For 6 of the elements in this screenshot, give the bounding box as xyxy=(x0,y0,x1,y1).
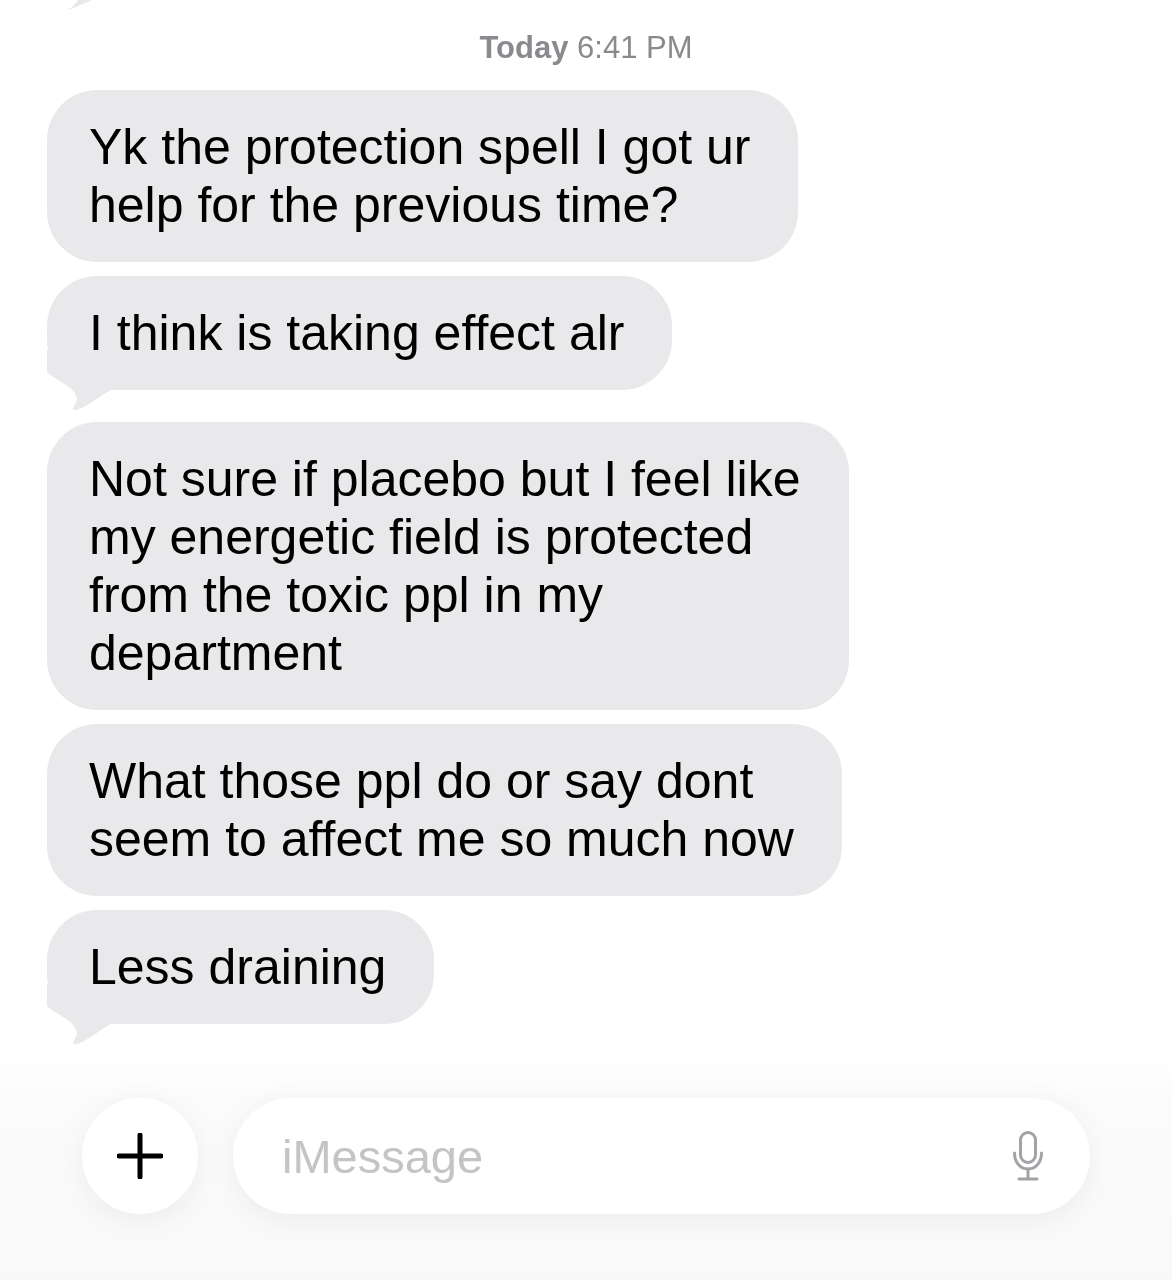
message-bubble: Not sure if placebo but I feel like my energetic field is protected from the toxic ppl in my department xyxy=(47,422,849,710)
timestamp: Today 6:41 PM xyxy=(479,29,693,67)
message-input-field[interactable]: iMessage xyxy=(233,1098,1090,1214)
message-bubble: Yk the protection spell I got ur help for the previous time? xyxy=(47,90,799,262)
plus-icon xyxy=(117,1133,163,1179)
message-bubble: What those ppl do or say dont seem to affect me so much now xyxy=(47,724,842,896)
